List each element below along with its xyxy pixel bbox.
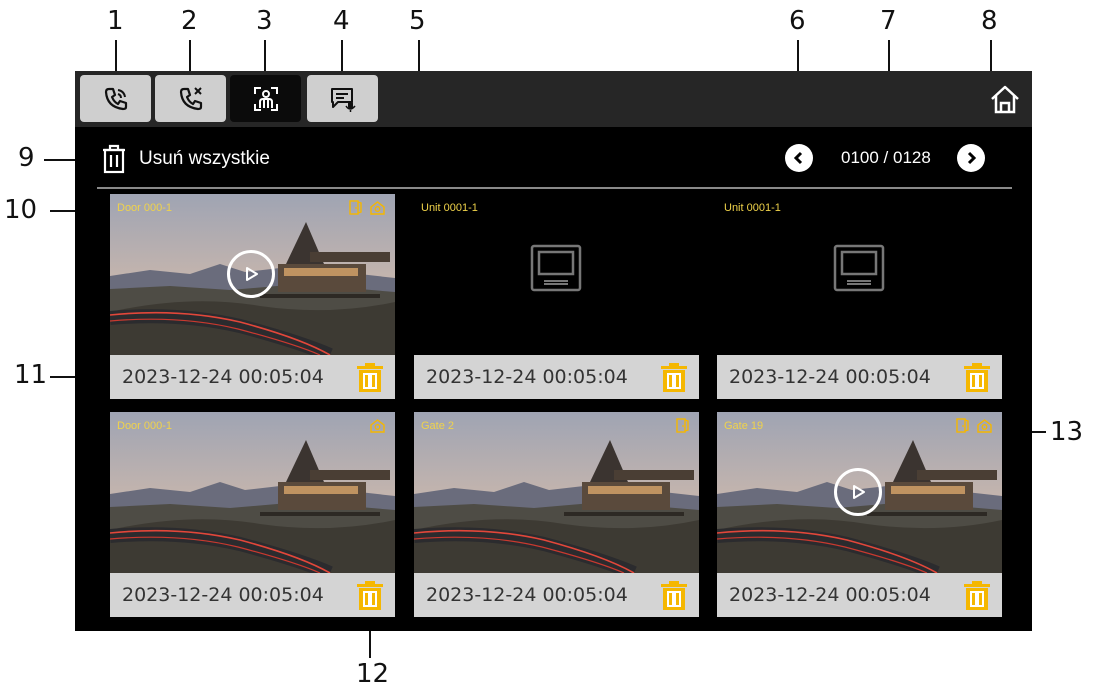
record-thumbnail[interactable]: Unit 0001-1: [414, 194, 699, 355]
callout-10: 10: [4, 195, 38, 225]
trash-icon: [103, 144, 125, 174]
chevron-left-icon: [793, 151, 803, 165]
record-timestamp: 2023-12-24 00:05:04: [729, 584, 931, 606]
record-card[interactable]: Gate 19 2023-12-24 00:05:04: [717, 412, 1002, 617]
home-icon[interactable]: [988, 83, 1022, 117]
record-caption: Door 000-1: [117, 420, 173, 432]
callout-line-2: [189, 40, 191, 75]
callout-8: 8: [981, 6, 998, 36]
delete-all-button[interactable]: Usuń wszystkie: [101, 144, 270, 174]
callout-9: 9: [18, 143, 35, 173]
page-indicator: 0100 / 0128: [841, 148, 931, 167]
door-icon: [956, 418, 969, 433]
record-timestamp: 2023-12-24 00:05:04: [729, 366, 931, 388]
tab-missed-calls[interactable]: [155, 75, 226, 122]
visitor-snapshot-icon: [253, 86, 278, 111]
delete-all-label: Usuń wszystkie: [139, 148, 270, 169]
record-thumbnail[interactable]: Gate 2: [414, 412, 699, 573]
door-icon: [349, 200, 362, 215]
callout-5: 5: [409, 6, 426, 36]
call-log-icon: [104, 87, 127, 110]
record-timestamp: 2023-12-24 00:05:04: [122, 584, 324, 606]
record-card[interactable]: Unit 0001-1 2023-12-24 00:05:04: [414, 194, 699, 399]
camera-icon: [977, 419, 992, 433]
callout-line-5: [418, 40, 420, 71]
record-caption: Unit 0001-1: [724, 202, 781, 214]
monitor-icon: [530, 244, 582, 292]
camera-icon: [370, 419, 385, 433]
tab-voice-messages[interactable]: [307, 75, 378, 122]
camera-icon: [370, 201, 385, 215]
record-caption: Gate 2: [421, 420, 455, 432]
pager: 0100 / 0128: [785, 144, 985, 172]
tab-call-log[interactable]: [80, 75, 151, 122]
device-screen: Usuń wszystkie 0100 / 0128 Door 000-1 20…: [75, 71, 1032, 631]
callout-line-1: [115, 40, 117, 75]
record-card[interactable]: Gate 2 2023-12-24 00:05:04: [414, 412, 699, 617]
record-card[interactable]: Door 000-1 2023-12-24 00:05:04: [110, 194, 395, 399]
callout-3: 3: [256, 6, 273, 36]
play-icon: [853, 485, 865, 499]
callout-line-3: [264, 40, 266, 75]
record-card[interactable]: Door 000-1 2023-12-24 00:05:04: [110, 412, 395, 617]
play-icon: [246, 267, 258, 281]
voice-message-icon: [330, 87, 356, 112]
toolbar: Usuń wszystkie 0100 / 0128: [75, 127, 1032, 187]
play-button[interactable]: [834, 468, 882, 516]
door-icon: [676, 418, 689, 433]
top-tab-bar: [75, 71, 1032, 127]
callout-13: 13: [1050, 417, 1084, 447]
delete-icon[interactable]: [964, 581, 990, 610]
record-info-bar: 2023-12-24 00:05:04: [717, 355, 1002, 399]
record-type-icons: [349, 200, 385, 215]
record-thumbnail[interactable]: Door 000-1: [110, 194, 395, 355]
record-info-bar: 2023-12-24 00:05:04: [110, 573, 395, 617]
record-thumbnail[interactable]: Gate 19: [717, 412, 1002, 573]
callout-line-4: [341, 40, 343, 75]
callout-11: 11: [14, 360, 48, 390]
record-type-icons: [676, 418, 689, 433]
record-timestamp: 2023-12-24 00:05:04: [122, 366, 324, 388]
missed-call-icon: [179, 86, 202, 110]
record-caption: Door 000-1: [117, 202, 173, 214]
delete-icon[interactable]: [357, 363, 383, 392]
record-card[interactable]: Unit 0001-1 2023-12-24 00:05:04: [717, 194, 1002, 399]
record-type-icons: [370, 418, 385, 433]
record-info-bar: 2023-12-24 00:05:04: [414, 573, 699, 617]
previous-page-button[interactable]: [785, 144, 813, 172]
delete-icon[interactable]: [661, 363, 687, 392]
record-info-bar: 2023-12-24 00:05:04: [717, 573, 1002, 617]
callout-2: 2: [181, 6, 198, 36]
delete-icon[interactable]: [964, 363, 990, 392]
divider: [97, 187, 1012, 189]
play-button[interactable]: [227, 250, 275, 298]
record-thumbnail[interactable]: Door 000-1: [110, 412, 395, 573]
delete-icon[interactable]: [661, 581, 687, 610]
record-info-bar: 2023-12-24 00:05:04: [414, 355, 699, 399]
delete-icon[interactable]: [357, 581, 383, 610]
record-type-icons: [956, 418, 992, 433]
tab-visitor-snapshots[interactable]: [230, 75, 301, 122]
callout-12: 12: [356, 659, 390, 689]
callout-6: 6: [789, 6, 806, 36]
record-timestamp: 2023-12-24 00:05:04: [426, 366, 628, 388]
callout-1: 1: [107, 6, 124, 36]
next-page-button[interactable]: [956, 144, 985, 172]
chevron-right-icon: [967, 151, 976, 165]
callout-4: 4: [333, 6, 350, 36]
monitor-icon: [833, 244, 885, 292]
callout-7: 7: [880, 6, 897, 36]
record-caption: Gate 19: [724, 420, 764, 432]
record-info-bar: 2023-12-24 00:05:04: [110, 355, 395, 399]
record-thumbnail[interactable]: Unit 0001-1: [717, 194, 1002, 355]
record-timestamp: 2023-12-24 00:05:04: [426, 584, 628, 606]
record-caption: Unit 0001-1: [421, 202, 478, 214]
